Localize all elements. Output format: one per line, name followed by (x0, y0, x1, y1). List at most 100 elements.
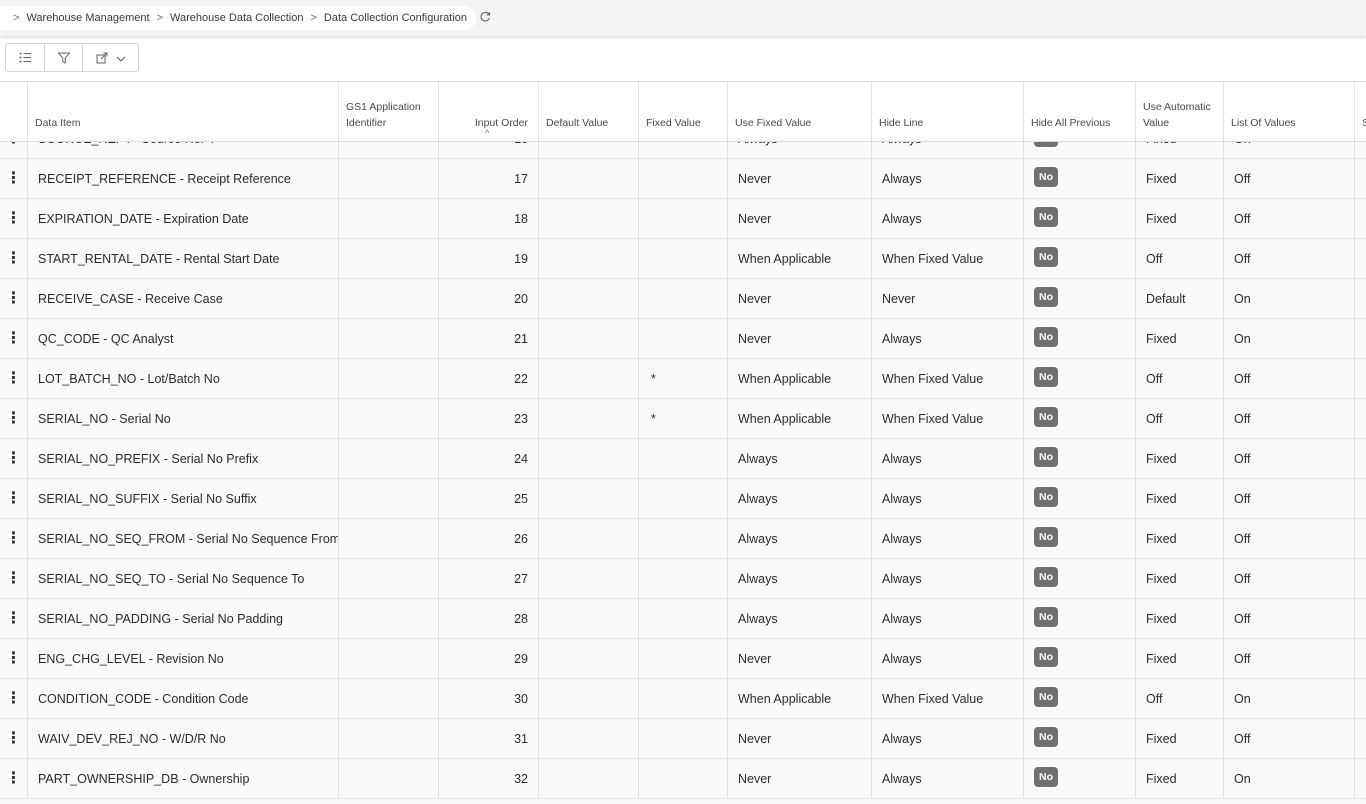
cell-list-of-values: Off (1224, 439, 1355, 478)
table-row[interactable]: ⋮ SERIAL_NO_SUFFIX - Serial No Suffix 25 Al… (0, 479, 1366, 519)
row-menu-icon[interactable]: ⋮ (0, 279, 28, 318)
row-menu-icon[interactable]: ⋮ (0, 359, 28, 398)
cell-use-fixed-value: Never (728, 639, 872, 678)
cell-fixed-value: * (639, 399, 728, 438)
list-settings-icon[interactable] (6, 44, 44, 71)
table-row[interactable]: ⋮ SERIAL_NO_SEQ_FROM - Serial No Sequence… (0, 519, 1366, 559)
row-menu-icon[interactable]: ⋮ (0, 639, 28, 678)
table-row[interactable]: ⋮ RECEIVE_CASE - Receive Case 20 Never Never… (0, 279, 1366, 319)
cell-use-automatic-value: Fixed (1136, 599, 1224, 638)
row-menu-icon[interactable]: ⋮ (0, 519, 28, 558)
cell-data-item: WAIV_DEV_REJ_NO - W/D/R No (28, 719, 339, 758)
cell-gs1 (339, 279, 439, 318)
table-row[interactable]: ⋮ EXPIRATION_DATE - Expiration Date 18 Neve… (0, 199, 1366, 239)
refresh-icon[interactable] (479, 11, 491, 26)
cell-input-order: 23 (439, 399, 539, 438)
status-badge: No (1034, 526, 1058, 547)
row-menu-icon[interactable]: ⋮ (0, 559, 28, 598)
row-menu-icon[interactable]: ⋮ (0, 679, 28, 718)
cell-input-order: 17 (439, 159, 539, 198)
status-badge: No (1034, 166, 1058, 187)
cell-hide-all-previous: No (1024, 759, 1136, 798)
cell-data-item: RECEIPT_REFERENCE - Receipt Reference (28, 159, 339, 198)
column-header-use-fixed-value[interactable]: Use Fixed Value (728, 82, 872, 141)
cell-hide-all-previous: No (1024, 559, 1136, 598)
status-badge: No (1034, 326, 1058, 347)
row-menu-icon[interactable]: ⋮ (0, 159, 28, 198)
cell-input-order: 24 (439, 439, 539, 478)
table-row[interactable]: ⋮ SERIAL_NO_PADDING - Serial No Padding 28… (0, 599, 1366, 639)
cell-default-value (539, 519, 639, 558)
column-header-hide-line[interactable]: Hide Line (872, 82, 1024, 141)
table-row[interactable]: ⋮ ENG_CHG_LEVEL - Revision No 29 Never Alway… (0, 639, 1366, 679)
table-row[interactable]: ⋮ PART_OWNERSHIP_DB - Ownership 32 Never Alw… (0, 759, 1366, 799)
cell-use-automatic-value: Fixed (1136, 319, 1224, 358)
cell-hide-line: Never (872, 279, 1024, 318)
table-row[interactable]: ⋮ CONDITION_CODE - Condition Code 30 When A… (0, 679, 1366, 719)
column-header-fixed-value[interactable]: Fixed Value (639, 82, 728, 141)
cell-use-automatic-value: Fixed (1136, 439, 1224, 478)
cell-truncated (1355, 359, 1366, 398)
table-row[interactable]: ⋮ SERIAL_NO - Serial No 23 * When Applicable… (0, 399, 1366, 439)
cell-use-fixed-value: Always (728, 479, 872, 518)
table-row[interactable]: ⋮ QC_CODE - QC Analyst 21 Never Always No Fixe… (0, 319, 1366, 359)
cell-gs1 (339, 559, 439, 598)
cell-use-fixed-value: When Applicable (728, 239, 872, 278)
column-header-truncated[interactable]: S It (1355, 82, 1366, 141)
table-row[interactable]: ⋮ SERIAL_NO_PREFIX - Serial No Prefix 24 Al… (0, 439, 1366, 479)
column-header-hide-all-previous[interactable]: Hide All Previous (1024, 82, 1136, 141)
row-menu-icon[interactable]: ⋮ (0, 759, 28, 798)
column-header-gs1-application-identifier[interactable]: GS1 Application Identifier (339, 82, 439, 141)
status-badge: No (1034, 366, 1058, 387)
breadcrumb-warehouse-data-collection[interactable]: Warehouse Data Collection (170, 12, 304, 24)
cell-hide-line: Always (872, 319, 1024, 358)
table-row[interactable]: ⋮ SERIAL_NO_SEQ_TO - Serial No Sequence T… (0, 559, 1366, 599)
column-header-default-value[interactable]: Default Value (539, 82, 639, 141)
cell-data-item: SERIAL_NO_SEQ_FROM - Serial No Sequence … (28, 519, 339, 558)
chevron-down-icon[interactable] (116, 49, 126, 67)
cell-truncated (1355, 519, 1366, 558)
cell-default-value (539, 679, 639, 718)
cell-gs1 (339, 719, 439, 758)
table-row[interactable]: ⋮ START_RENTAL_DATE - Rental Start Date 19… (0, 239, 1366, 279)
column-header-data-item[interactable]: Data Item (28, 82, 339, 141)
cell-fixed-value (639, 439, 728, 478)
table-row[interactable]: ⋮ LOT_BATCH_NO - Lot/Batch No 22 * When Appl… (0, 359, 1366, 399)
cell-default-value (539, 359, 639, 398)
cell-use-automatic-value: Off (1136, 359, 1224, 398)
row-menu-icon[interactable]: ⋮ (0, 239, 28, 278)
column-header-input-order[interactable]: Input Order ^ (439, 82, 539, 141)
cell-truncated (1355, 319, 1366, 358)
cell-use-automatic-value: Fixed (1136, 519, 1224, 558)
cell-hide-all-previous: No (1024, 239, 1136, 278)
export-icon[interactable] (82, 44, 138, 71)
row-menu-icon[interactable]: ⋮ (0, 199, 28, 238)
cell-use-fixed-value: Always (728, 519, 872, 558)
column-header-list-of-values[interactable]: List Of Values (1224, 82, 1355, 141)
cell-default-value (539, 599, 639, 638)
cell-input-order: 31 (439, 719, 539, 758)
column-header-use-automatic-value[interactable]: Use Automatic Value (1136, 82, 1224, 141)
breadcrumb-bar: > Warehouse Management > Warehouse Data … (0, 0, 1366, 36)
row-menu-icon[interactable]: ⋮ (0, 399, 28, 438)
cell-hide-all-previous: No (1024, 479, 1136, 518)
row-menu-icon[interactable]: ⋮ (0, 719, 28, 758)
table-row[interactable]: ⋮ RECEIPT_REFERENCE - Receipt Reference 17… (0, 159, 1366, 199)
cell-list-of-values: On (1224, 279, 1355, 318)
cell-use-fixed-value: When Applicable (728, 679, 872, 718)
cell-truncated (1355, 439, 1366, 478)
breadcrumb-warehouse-management[interactable]: Warehouse Management (26, 12, 149, 24)
cell-input-order: 19 (439, 239, 539, 278)
row-menu-icon[interactable]: ⋮ (0, 479, 28, 518)
cell-truncated (1355, 479, 1366, 518)
cell-hide-line: When Fixed Value (872, 359, 1024, 398)
filter-icon[interactable] (44, 44, 82, 71)
header-selector (0, 82, 28, 141)
cell-use-automatic-value: Fixed (1136, 479, 1224, 518)
cell-list-of-values: Off (1224, 639, 1355, 678)
table-row[interactable]: ⋮ WAIV_DEV_REJ_NO - W/D/R No 31 Never Always… (0, 719, 1366, 759)
row-menu-icon[interactable]: ⋮ (0, 599, 28, 638)
row-menu-icon[interactable]: ⋮ (0, 439, 28, 478)
row-menu-icon[interactable]: ⋮ (0, 319, 28, 358)
cell-fixed-value (639, 479, 728, 518)
